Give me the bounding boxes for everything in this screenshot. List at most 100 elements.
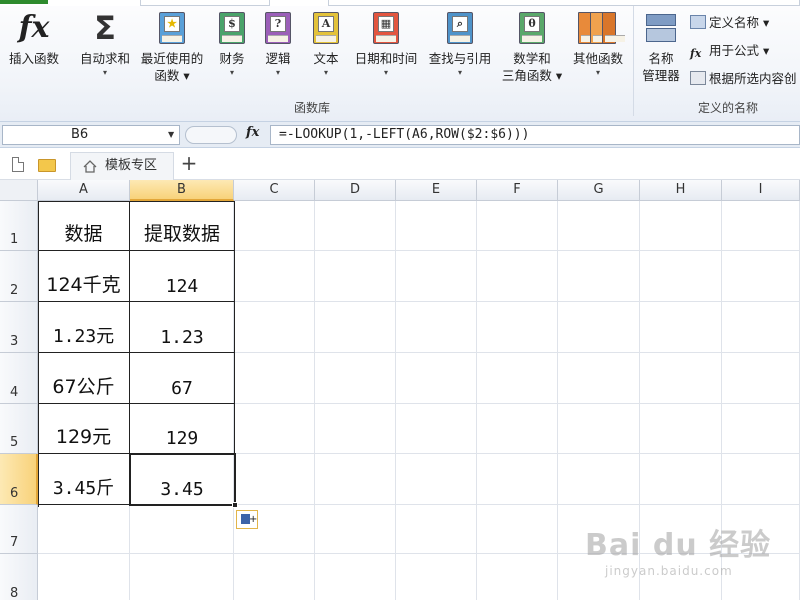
fx-small-icon: fx: [690, 47, 702, 60]
recently-used-label: 最近使用的: [140, 51, 204, 66]
autosum-button[interactable]: Σ 自动求和 ▾: [76, 8, 134, 96]
ribbon-tab-edge: [140, 0, 270, 6]
use-in-formula-label: 用于公式 ▾: [709, 43, 770, 58]
row-header-3[interactable]: 3: [0, 302, 38, 353]
group-label-defined-names: 定义的名称: [698, 101, 759, 115]
text-dropdown-arrow[interactable]: ▾: [306, 67, 346, 79]
formula-bar-handle[interactable]: [185, 126, 237, 144]
define-name-button[interactable]: 定义名称 ▾: [690, 12, 769, 32]
file-tab-indicator[interactable]: [0, 0, 48, 4]
column-header-g[interactable]: G: [558, 180, 640, 201]
column-header-c[interactable]: C: [234, 180, 315, 201]
lookup-book-icon: ⌕: [447, 10, 473, 46]
name-manager-label: 名称: [648, 51, 674, 66]
define-name-icon: [690, 15, 706, 29]
financial-dropdown-arrow[interactable]: ▾: [212, 67, 252, 79]
cell-a6[interactable]: 3.45斤: [38, 454, 130, 505]
autosum-label: 自动求和: [79, 51, 130, 66]
cell-b4[interactable]: 67: [130, 353, 235, 404]
row-header-5[interactable]: 5: [0, 404, 38, 454]
logical-label: 逻辑: [265, 51, 291, 66]
column-header-e[interactable]: E: [396, 180, 477, 201]
watermark-url: jingyan.baidu.com: [605, 564, 733, 578]
name-box-dropdown-icon[interactable]: ▼: [168, 130, 174, 139]
row-header-8[interactable]: 8: [0, 554, 38, 600]
column-header-h[interactable]: H: [640, 180, 722, 201]
row-header-2[interactable]: 2: [0, 251, 38, 302]
date-time-button[interactable]: ▦ 日期和时间 ▾: [350, 8, 422, 96]
cell-b3[interactable]: 1.23: [130, 302, 235, 353]
formula-bar: B6 ▼ fx =-LOOKUP(1,-LEFT(A6,ROW($2:$6))): [0, 122, 800, 148]
recently-used-button[interactable]: ★ 最近使用的 函数 ▾: [136, 8, 208, 96]
insert-function-fx-icon[interactable]: fx: [246, 125, 259, 140]
math-trig-button[interactable]: θ 数学和 三角函数 ▾: [498, 8, 566, 96]
name-manager-button[interactable]: 名称 管理器: [638, 8, 684, 96]
formula-input[interactable]: =-LOOKUP(1,-LEFT(A6,ROW($2:$6))): [270, 125, 800, 145]
grid-column-line: [476, 201, 477, 600]
cell-a4[interactable]: 67公斤: [38, 353, 130, 404]
row-header-7[interactable]: 7: [0, 505, 38, 554]
star-book-icon: ★: [159, 10, 185, 46]
column-header-d[interactable]: D: [315, 180, 396, 201]
auto-fill-options-icon[interactable]: [236, 510, 258, 529]
create-from-selection-button[interactable]: 根据所选内容创: [690, 68, 797, 88]
more-functions-button[interactable]: 其他函数 ▾: [568, 8, 628, 96]
more-functions-dropdown-arrow[interactable]: ▾: [568, 67, 628, 79]
group-label-function-library: 函数库: [294, 101, 331, 115]
name-manager-icon: [644, 10, 678, 46]
add-tab-button[interactable]: +: [178, 152, 200, 176]
lookup-reference-label: 查找与引用: [428, 51, 492, 66]
books-stack-icon: [578, 10, 625, 46]
insert-function-button[interactable]: fx 插入函数: [4, 8, 64, 96]
row-header-1[interactable]: 1: [0, 201, 38, 251]
date-time-dropdown-arrow[interactable]: ▾: [350, 67, 422, 79]
cell-a5[interactable]: 129元: [38, 404, 130, 454]
cell-a3[interactable]: 1.23元: [38, 302, 130, 353]
calendar-book-icon: ▦: [373, 10, 399, 46]
use-in-formula-button[interactable]: fx 用于公式 ▾: [690, 40, 769, 60]
tab-template-zone[interactable]: 模板专区: [70, 152, 174, 180]
autosum-dropdown-arrow[interactable]: ▾: [76, 67, 134, 79]
column-header-f[interactable]: F: [477, 180, 558, 201]
logical-dropdown-arrow[interactable]: ▾: [258, 67, 298, 79]
watermark-logo: Bai du 经验: [585, 528, 772, 563]
column-header-b[interactable]: B: [130, 180, 234, 201]
watermark: Bai du 经验 jingyan.baidu.com: [585, 520, 795, 595]
tab-template-label: 模板专区: [105, 158, 158, 173]
more-functions-label: 其他函数: [572, 51, 623, 66]
lookup-dropdown-arrow[interactable]: ▾: [424, 67, 496, 79]
row-header-4[interactable]: 4: [0, 353, 38, 404]
fill-handle[interactable]: [232, 502, 238, 508]
create-from-selection-label: 根据所选内容创: [709, 71, 797, 86]
name-manager-label2: 管理器: [642, 68, 680, 83]
open-folder-icon[interactable]: [38, 159, 56, 172]
define-name-label: 定义名称 ▾: [709, 15, 770, 30]
column-header-i[interactable]: I: [722, 180, 800, 201]
logical-button[interactable]: ? 逻辑 ▾: [258, 8, 298, 96]
financial-label: 财务: [219, 51, 245, 66]
grid-column-line: [395, 201, 396, 600]
text-button[interactable]: A 文本 ▾: [306, 8, 346, 96]
cell-a2[interactable]: 124千克: [38, 251, 130, 302]
cell-b2[interactable]: 124: [130, 251, 235, 302]
text-label: 文本: [313, 51, 339, 66]
date-time-label: 日期和时间: [354, 51, 418, 66]
row-header-6[interactable]: 6: [0, 454, 38, 505]
text-book-icon: A: [313, 10, 339, 46]
active-cell-selection: [129, 453, 236, 506]
cell-a1[interactable]: 数据: [38, 201, 130, 251]
column-header-a[interactable]: A: [38, 180, 130, 201]
lookup-reference-button[interactable]: ⌕ 查找与引用 ▾: [424, 8, 496, 96]
create-from-selection-icon: [690, 71, 706, 85]
ribbon-tab-edge: [328, 0, 800, 6]
financial-button[interactable]: $ 财务 ▾: [212, 8, 252, 96]
select-all-corner[interactable]: [0, 180, 38, 201]
grid-column-line: [557, 201, 558, 600]
cell-b1[interactable]: 提取数据: [130, 201, 235, 251]
financial-book-icon: $: [219, 10, 245, 46]
cell-b5[interactable]: 129: [130, 404, 235, 454]
grid-column-line: [314, 201, 315, 600]
name-box[interactable]: B6: [2, 125, 180, 145]
new-file-icon[interactable]: [12, 157, 24, 172]
insert-function-label: 插入函数: [8, 51, 59, 66]
